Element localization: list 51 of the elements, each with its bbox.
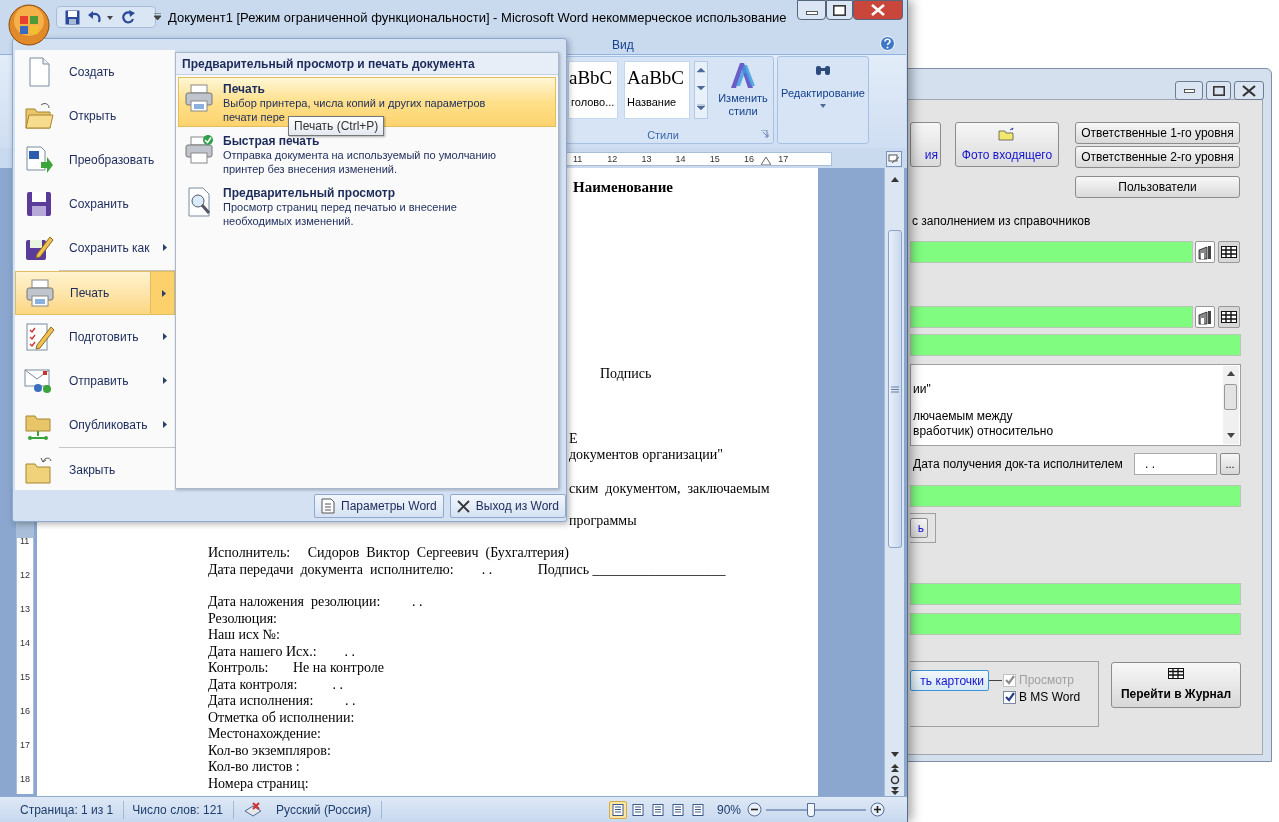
ruler-number: 12 <box>607 153 618 165</box>
ruler-number: 12 <box>20 570 30 580</box>
memo-line: лючаемым между <box>913 409 1014 424</box>
checkbox-label: Просмотр <box>1019 672 1074 689</box>
document-text: ским документом, заключаемым <box>569 480 770 498</box>
item-title: Быстрая печать <box>223 134 321 148</box>
ruler-number: 14 <box>675 153 686 165</box>
document-text: Исполнитель: Сидоров Виктор Сергеевич (Бухгалтерия) <box>208 545 569 562</box>
ruler-number: 11 <box>20 536 30 546</box>
memo-line: ии" <box>913 382 932 397</box>
document-text: Отметка об исполнении: <box>208 709 355 726</box>
submenu-heading: Предварительный просмотр и печать документа <box>176 53 558 75</box>
document-text: Дата исполнения: . . <box>208 693 356 710</box>
ruler-number: 17 <box>20 740 30 750</box>
document-text: Кол-во экземпляров: <box>208 742 331 759</box>
ruler-number: 16 <box>744 153 754 165</box>
item-description: Отправка документа на используемый по умолчанию принтер без внесения изменений. <box>223 148 496 176</box>
document-text: Подпись <box>600 365 652 383</box>
hint-label: с заполнением из справочников <box>912 213 1091 230</box>
document-text: Местонахождение: <box>208 726 321 743</box>
document-text: программы <box>569 512 637 530</box>
ruler-number: 11 <box>573 153 583 165</box>
ruler-number: 16 <box>20 706 30 716</box>
document-text: Номера страниц: <box>208 775 309 792</box>
document-text: Наш исх №: <box>208 627 280 644</box>
document-text: Кол-во листов : <box>208 759 300 776</box>
date-label: Дата получения док-та исполнителем <box>913 456 1123 473</box>
ruler-number: 13 <box>641 153 652 165</box>
ruler-number: 17 <box>778 153 789 165</box>
ruler-number: 15 <box>709 153 720 165</box>
document-text: Дата наложения резолюции: . . <box>208 594 423 611</box>
document-text: Е <box>569 430 578 448</box>
memo-line: вработчик) относительно <box>913 424 1054 439</box>
document-text: документов организации" <box>569 446 724 464</box>
item-title: Предварительный просмотр <box>223 186 396 200</box>
checkbox-label: В MS Word <box>1019 689 1081 706</box>
ruler-number: 13 <box>20 604 30 614</box>
document-heading: Наименование <box>573 178 673 197</box>
ruler-number: 15 <box>20 672 30 682</box>
tooltip: Печать (Ctrl+P) <box>288 116 385 136</box>
ruler-number: 14 <box>20 638 30 648</box>
document-text: Дата передачи документа исполнителю: . . Подпись ___________________ <box>208 561 726 578</box>
window-title: Документ1 [Режим ограниченной функциональности] - Microsoft Word некоммерческое использование <box>168 9 787 27</box>
ruler-number: 18 <box>20 774 30 784</box>
document-text: Дата нашего Исх.: . . <box>208 643 356 660</box>
document-text: Резолюция: <box>208 610 277 627</box>
document-text: Дата контроля: . . <box>208 676 343 693</box>
item-title: Печать <box>223 82 266 96</box>
group-label: Стили <box>646 128 680 143</box>
document-text: Контроль: Не на контроле <box>208 660 384 677</box>
item-description: Просмотр страниц перед печатью и внесение необходимых изменений. <box>223 200 457 228</box>
